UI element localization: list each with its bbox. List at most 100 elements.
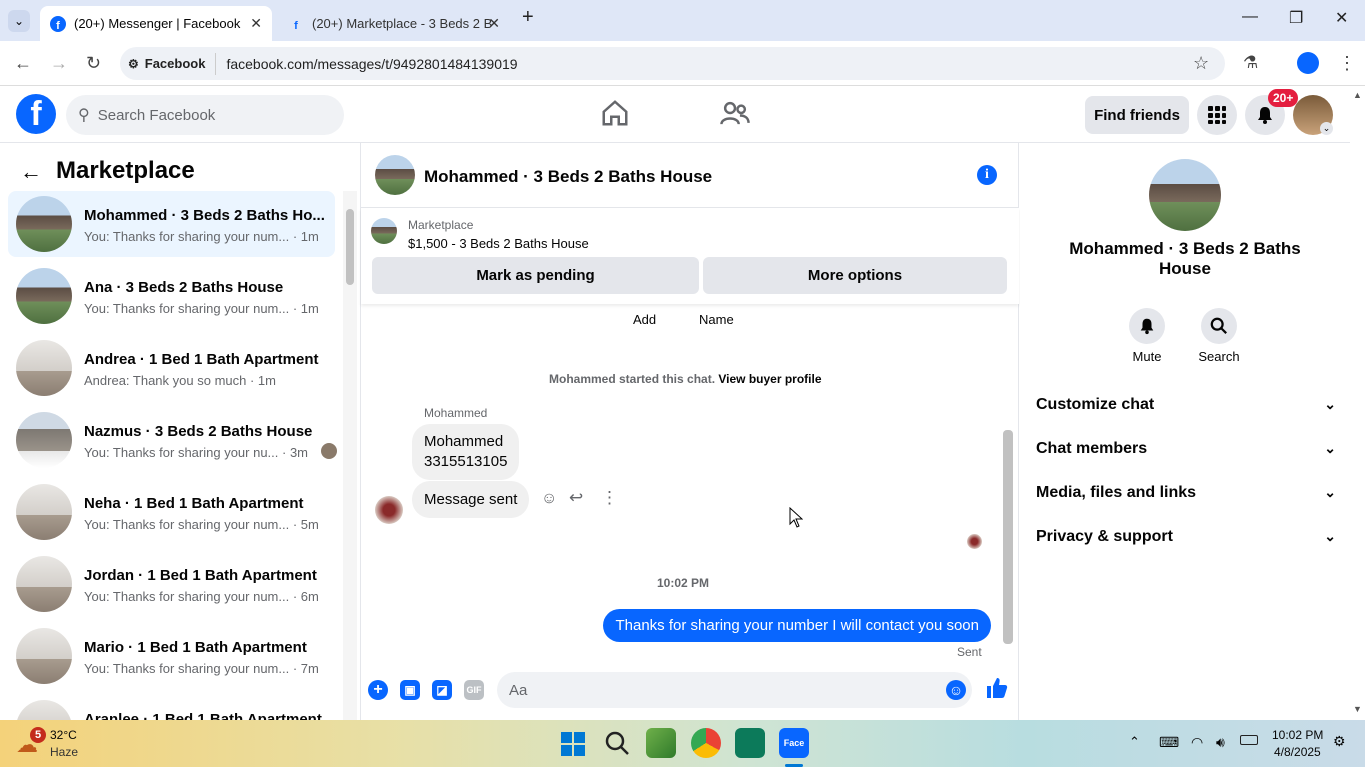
spreadsheet-app-icon[interactable] <box>646 728 676 758</box>
keyboard-icon[interactable]: ⌨ <box>1159 734 1179 751</box>
qoo-app-icon[interactable] <box>735 728 765 758</box>
menu-grid-icon[interactable] <box>1197 95 1237 135</box>
photo-icon[interactable]: ▣ <box>400 680 420 700</box>
conversation-title: Aranlee · 1 Bed 1 Bath Apartment <box>84 711 322 720</box>
conversation-item[interactable]: Andrea · 1 Bed 1 Bath Apartment Andrea: … <box>8 335 335 401</box>
menu-kebab-icon[interactable]: ⋮ <box>1338 53 1356 74</box>
message-bubble[interactable]: Mohammed 3315513105 <box>412 424 520 480</box>
tab-marketplace[interactable]: f (20+) Marketplace - 3 Beds 2 B ✕ <box>278 6 510 41</box>
conversation-title: Mario · 1 Bed 1 Bath Apartment <box>84 639 307 656</box>
bookmark-star-icon[interactable]: ☆ <box>1193 53 1209 74</box>
section-label: Media, files and links <box>1036 484 1197 501</box>
scrollbar-thumb[interactable] <box>1003 430 1013 644</box>
maximize-icon[interactable]: ❐ <box>1289 8 1303 28</box>
sticker-icon[interactable]: ◪ <box>432 680 452 700</box>
chrome-icon[interactable] <box>691 728 721 758</box>
message-input[interactable]: Aa <box>497 672 972 708</box>
battery-icon[interactable] <box>1240 735 1258 745</box>
clock-date[interactable]: 4/8/2025 <box>1274 745 1321 759</box>
chat-scrollbar[interactable] <box>1000 308 1014 660</box>
minimize-icon[interactable]: — <box>1242 8 1258 26</box>
volume-icon[interactable]: 🔊︎ <box>1216 734 1225 751</box>
customize-chat-section[interactable]: Customize chat ⌄ <box>1036 396 1336 414</box>
clock-time[interactable]: 10:02 PM <box>1272 728 1323 742</box>
tab-messenger[interactable]: f (20+) Messenger | Facebook ✕ <box>40 6 272 41</box>
conversation-title: Jordan · 1 Bed 1 Bath Apartment <box>84 567 317 584</box>
reload-icon[interactable]: ↻ <box>86 53 101 74</box>
close-tab-icon[interactable]: ✕ <box>250 15 262 32</box>
friends-nav-icon[interactable] <box>719 98 751 133</box>
conversation-title: Nazmus · 3 Beds 2 Baths House <box>84 423 313 440</box>
back-arrow-icon[interactable]: ← <box>20 159 42 185</box>
search-chat-icon[interactable] <box>1201 308 1237 344</box>
message-placeholder: Aa <box>509 681 528 699</box>
temperature[interactable]: 32°C <box>50 728 77 742</box>
message-bubble[interactable]: Message sent <box>412 481 530 518</box>
find-friends-button[interactable]: Find friends <box>1085 96 1189 134</box>
search-facebook-input[interactable]: ⚲ Search Facebook <box>66 95 344 135</box>
back-icon[interactable]: ← <box>14 53 32 74</box>
quick-action-add[interactable]: Add <box>633 312 656 327</box>
scroll-up-icon[interactable]: ▲ <box>1353 90 1362 100</box>
privacy-support-section[interactable]: Privacy & support ⌄ <box>1036 528 1336 546</box>
reply-arrow-icon[interactable]: ↩ <box>569 488 583 508</box>
listing-title[interactable]: $1,500 - 3 Beds 2 Baths House <box>408 236 589 251</box>
conversation-item[interactable]: Nazmus · 3 Beds 2 Baths House You: Thank… <box>8 407 337 473</box>
conversation-item[interactable]: Ana · 3 Beds 2 Baths House You: Thanks f… <box>8 263 335 329</box>
labs-flask-icon[interactable]: ⚗ <box>1243 53 1258 73</box>
view-buyer-profile-link[interactable]: View buyer profile <box>718 372 821 386</box>
close-tab-icon[interactable]: ✕ <box>488 15 500 32</box>
close-window-icon[interactable]: ✕ <box>1335 8 1348 28</box>
conversation-item[interactable]: Neha · 1 Bed 1 Bath Apartment You: Thank… <box>8 479 335 545</box>
page-scrollbar[interactable]: ▲ ▼ <box>1350 86 1365 720</box>
marketplace-listing-bar: Marketplace $1,500 - 3 Beds 2 Baths Hous… <box>361 208 1019 304</box>
notification-center-icon[interactable]: ⚙ <box>1333 733 1346 750</box>
chat-avatar[interactable] <box>375 155 415 195</box>
facebook-logo-icon[interactable]: f <box>16 94 56 134</box>
more-kebab-icon[interactable]: ⋮ <box>601 488 618 508</box>
chat-title[interactable]: Mohammed · 3 Beds 2 Baths House <box>424 167 712 187</box>
conversation-item[interactable]: Mohammed · 3 Beds 2 Baths Ho... You: Tha… <box>8 191 335 257</box>
chat-panel: Mohammed · 3 Beds 2 Baths House i Market… <box>361 143 1019 720</box>
omnibox[interactable]: ⚙ Facebook facebook.com/messages/t/94928… <box>120 47 1225 80</box>
react-smiley-icon[interactable]: ☺ <box>541 490 557 508</box>
weather-badge: 5 <box>30 727 46 743</box>
new-tab-icon[interactable]: + <box>522 6 534 29</box>
my-message-bubble[interactable]: Thanks for sharing your number I will co… <box>603 609 991 642</box>
facebook-app-icon[interactable]: Face <box>779 728 809 758</box>
conversation-item[interactable]: Aranlee · 1 Bed 1 Bath Apartment <box>8 695 335 720</box>
gif-icon[interactable]: GIF <box>464 680 484 700</box>
profile-avatar-icon[interactable] <box>1297 52 1319 74</box>
conversation-item[interactable]: Jordan · 1 Bed 1 Bath Apartment You: Tha… <box>8 551 335 617</box>
tab-search-icon[interactable]: ⌄ <box>8 10 30 32</box>
chat-members-section[interactable]: Chat members ⌄ <box>1036 440 1336 458</box>
account-chevron-icon[interactable]: ⌄ <box>1320 122 1333 135</box>
site-info-chip[interactable]: ⚙ Facebook <box>128 52 217 75</box>
plus-icon[interactable]: + <box>368 680 388 700</box>
url-text[interactable]: facebook.com/messages/t/9492801484139019 <box>226 56 517 72</box>
forward-icon[interactable]: → <box>50 53 68 74</box>
search-taskbar-icon[interactable] <box>604 730 630 761</box>
listing-thumbnail <box>16 700 72 720</box>
address-bar: ← → ↻ ⚙ Facebook facebook.com/messages/t… <box>0 41 1365 86</box>
mute-bell-icon[interactable] <box>1129 308 1165 344</box>
info-icon[interactable]: i <box>977 165 997 185</box>
sender-avatar[interactable] <box>375 496 403 524</box>
home-nav-icon[interactable] <box>600 98 630 133</box>
mark-as-pending-button[interactable]: Mark as pending <box>372 257 699 294</box>
conversation-item[interactable]: Mario · 1 Bed 1 Bath Apartment You: Than… <box>8 623 335 689</box>
marketplace-inbox-panel: ← Marketplace Mohammed · 3 Beds 2 Baths … <box>0 143 361 720</box>
inbox-scrollbar[interactable] <box>343 191 357 720</box>
media-files-links-section[interactable]: Media, files and links ⌄ <box>1036 484 1336 502</box>
more-options-button[interactable]: More options <box>703 257 1007 294</box>
conversation-snippet: You: Thanks for sharing your num... · 6m <box>84 589 319 604</box>
emoji-icon[interactable]: ☺ <box>946 680 966 700</box>
scrollbar-thumb[interactable] <box>346 209 354 285</box>
contact-avatar[interactable] <box>1149 159 1221 231</box>
show-hidden-icons-icon[interactable]: ⌃ <box>1129 734 1140 750</box>
quick-action-name[interactable]: Name <box>699 312 734 327</box>
wifi-icon[interactable]: ◠ <box>1191 734 1203 751</box>
windows-start-icon[interactable] <box>561 732 585 761</box>
thumbs-up-icon[interactable] <box>985 676 1009 705</box>
scroll-down-icon[interactable]: ▼ <box>1353 704 1362 714</box>
